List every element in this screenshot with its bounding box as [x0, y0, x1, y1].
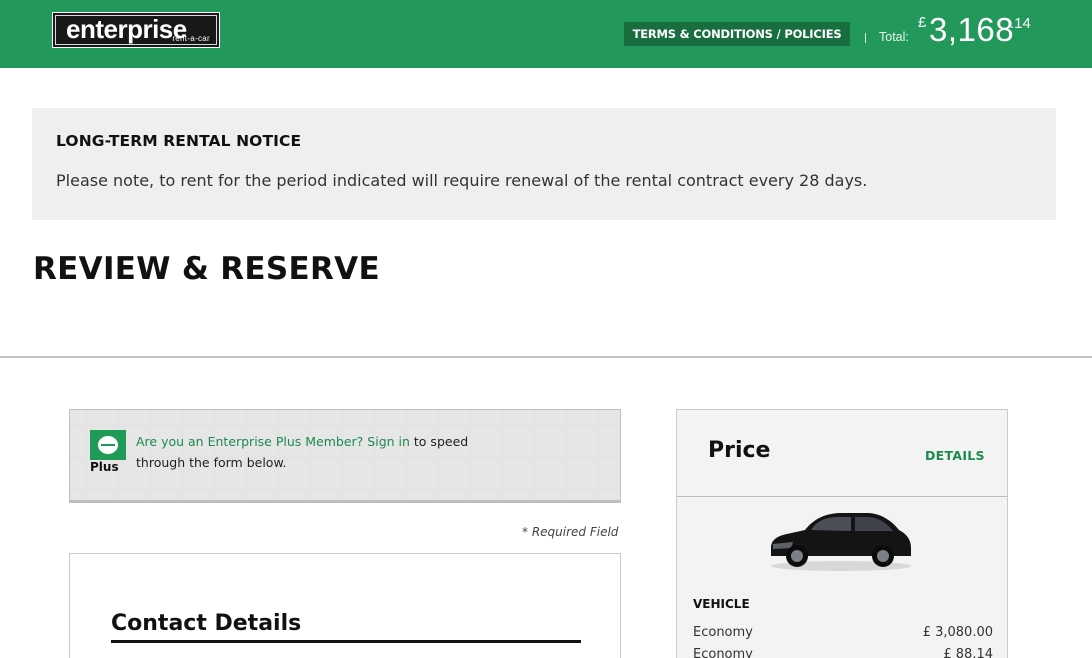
vehicle-car-image [771, 513, 911, 571]
price-header: Price DETAILS [677, 410, 1007, 497]
total-amount-cents: .14 [1010, 15, 1031, 32]
header-separator [865, 33, 866, 43]
required-field-note: * Required Field [522, 525, 619, 539]
contact-details-card: Contact Details [69, 553, 621, 658]
price-row: Economy £ 88.14 [693, 647, 993, 658]
vehicle-section-label: VEHICLE [693, 597, 750, 611]
long-term-rental-notice: LONG-TERM RENTAL NOTICE Please note, to … [32, 108, 1056, 220]
logo-wordmark: enterprise [66, 14, 187, 44]
price-row-amount: £ 88.14 [943, 647, 993, 658]
enterprise-logo[interactable]: enterprise rent-a-car [52, 12, 220, 48]
enterprise-plus-signin-box: Plus Are you an Enterprise Plus Member? … [69, 409, 621, 503]
logo-tagline: rent-a-car [172, 34, 210, 43]
notice-text: Please note, to rent for the period indi… [56, 171, 868, 190]
notice-title: LONG-TERM RENTAL NOTICE [56, 132, 302, 150]
price-row: Economy £ 3,080.00 [693, 625, 993, 640]
contact-details-title: Contact Details [111, 611, 302, 636]
plus-logo-e-bar [101, 444, 115, 446]
total-label: Total: [879, 30, 909, 44]
section-divider [0, 356, 1092, 358]
plus-message: Are you an Enterprise Plus Member? Sign … [136, 431, 496, 473]
total-amount: 3,168 [929, 11, 1015, 48]
price-row-label: Economy [693, 625, 753, 640]
price-summary-card: Price DETAILS VEHICLE Economy £ 3,080.00… [676, 409, 1008, 658]
logo-frame: enterprise rent-a-car [55, 14, 217, 45]
total-currency-symbol: £ [918, 14, 927, 31]
top-header: enterprise rent-a-car TERMS & CONDITIONS… [0, 0, 1092, 68]
contact-title-underline [111, 640, 581, 643]
plus-logo-text: Plus [90, 460, 119, 474]
price-row-amount: £ 3,080.00 [922, 625, 993, 640]
plus-signin-link[interactable]: Are you an Enterprise Plus Member? Sign … [136, 434, 410, 449]
price-title: Price [708, 438, 771, 463]
price-details-link[interactable]: DETAILS [925, 448, 985, 463]
page-title: REVIEW & RESERVE [33, 251, 380, 287]
price-row-label: Economy [693, 647, 753, 658]
terms-conditions-button[interactable]: TERMS & CONDITIONS / POLICIES [624, 22, 850, 46]
plus-logo-e-icon [98, 436, 118, 454]
plus-logo-mark [90, 430, 126, 460]
enterprise-plus-logo: Plus [90, 430, 126, 478]
